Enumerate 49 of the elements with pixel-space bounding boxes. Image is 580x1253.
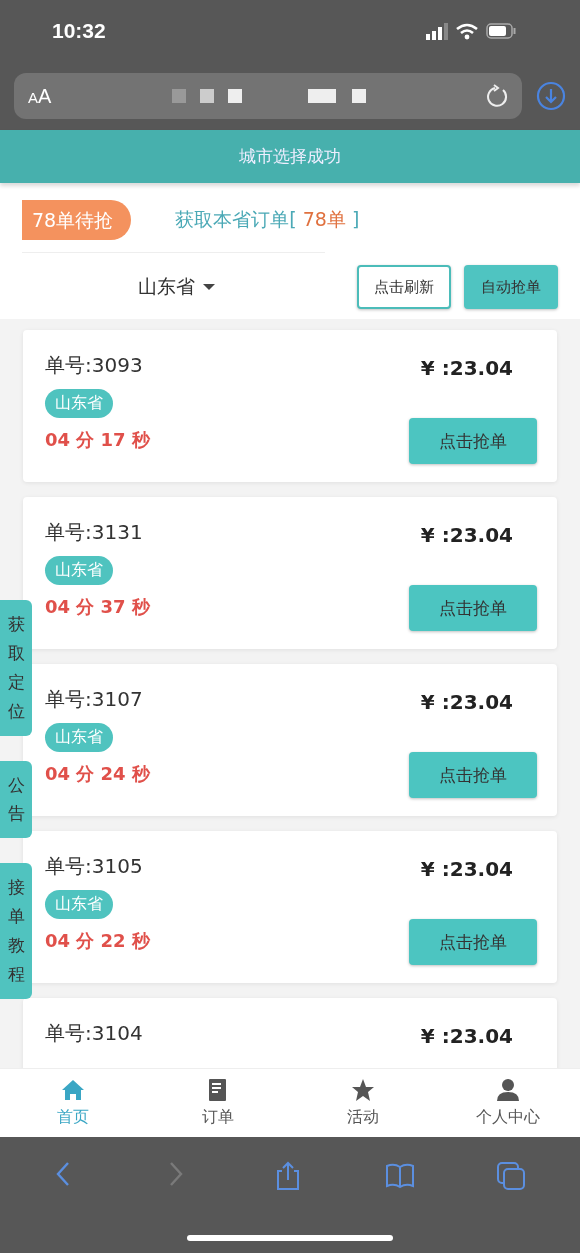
download-icon[interactable]: [536, 81, 566, 111]
refresh-button[interactable]: 点击刷新: [357, 265, 451, 309]
province-tag: 山东省: [45, 556, 113, 585]
order-number: 单号:3105: [45, 853, 144, 880]
star-icon: [351, 1078, 374, 1101]
order-price: ¥ :23.04: [420, 857, 513, 881]
auto-grab-button[interactable]: 自动抢单: [464, 265, 558, 309]
order-price: ¥ :23.04: [420, 1024, 513, 1048]
pending-orders-badge: 78单待抢: [22, 200, 132, 240]
province-dropdown[interactable]: 山东省: [138, 274, 215, 300]
caret-icon: [203, 284, 215, 290]
side-tab[interactable]: 公告: [0, 760, 32, 839]
province-tag: 山东省: [45, 890, 113, 919]
order-number: 单号:3104: [45, 1020, 144, 1047]
reload-icon[interactable]: [486, 84, 510, 108]
toast-message: 城市选择成功: [239, 145, 341, 168]
nav-tab[interactable]: 个人中心: [435, 1069, 580, 1137]
countdown-timer: 04 分 24 秒: [45, 762, 151, 786]
countdown-timer: 04 分 22 秒: [45, 929, 151, 953]
book-icon[interactable]: [385, 1161, 416, 1191]
nav-tab[interactable]: 订单: [145, 1069, 290, 1137]
grab-order-button[interactable]: 点击抢单: [409, 919, 537, 965]
home-icon: [61, 1078, 84, 1101]
tabs-icon[interactable]: [495, 1161, 526, 1191]
fetch-orders-link[interactable]: 获取本省订单[ 78单 ]: [175, 207, 360, 233]
order-number: 单号:3093: [45, 352, 144, 379]
order-number: 单号:3131: [45, 519, 144, 546]
countdown-timer: 04 分 17 秒: [45, 428, 151, 452]
province-tag: 山东省: [45, 723, 113, 752]
document-icon: [206, 1078, 229, 1101]
order-price: ¥ :23.04: [420, 523, 513, 547]
signal-icon: [426, 22, 448, 40]
nav-tab[interactable]: 活动: [290, 1069, 435, 1137]
province-tag: 山东省: [45, 389, 113, 418]
grab-order-button[interactable]: 点击抢单: [409, 418, 537, 464]
countdown-timer: 04 分 37 秒: [45, 595, 151, 619]
order-number: 单号:3107: [45, 686, 144, 713]
order-price: ¥ :23.04: [420, 356, 513, 380]
person-icon: [496, 1078, 519, 1101]
battery-icon: [486, 23, 516, 39]
wifi-icon: [456, 22, 478, 40]
grab-order-button[interactable]: 点击抢单: [409, 752, 537, 798]
grab-order-button[interactable]: 点击抢单: [409, 585, 537, 631]
side-tab[interactable]: 接单教程: [0, 863, 32, 999]
text-size-button[interactable]: AA: [28, 84, 52, 108]
side-tab[interactable]: 获取定位: [0, 600, 32, 736]
clock-time: 10:32: [52, 19, 106, 43]
address-field[interactable]: AA: [14, 73, 522, 119]
order-price: ¥ :23.04: [420, 690, 513, 714]
